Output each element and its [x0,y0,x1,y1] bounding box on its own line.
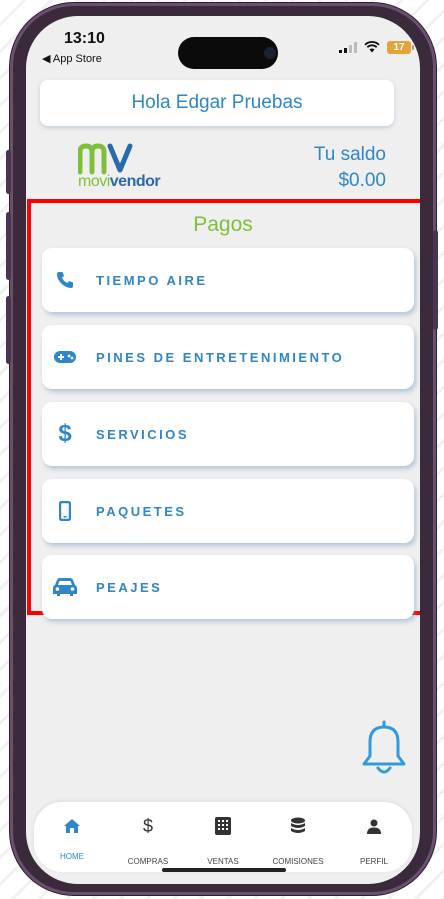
home-icon [34,816,110,836]
payment-item-label: TIEMPO AIRE [96,272,208,288]
back-label: App Store [52,53,102,65]
side-button-volume-up [6,212,11,280]
brand-prefix: movi [78,173,110,190]
nav-compras[interactable]: $ COMPRAS [110,802,186,872]
brand-name: movivendor [78,173,161,191]
nav-comisiones[interactable]: COMISIONES [260,802,336,872]
payment-item-tiempo-aire[interactable]: TIEMPO AIRE [42,248,414,312]
car-icon [52,574,78,600]
back-to-app-store[interactable]: ◀ App Store [42,52,102,65]
nav-label: VENTAS [207,857,239,866]
nav-label: COMISIONES [272,857,324,866]
dollar-icon: $ [142,815,153,836]
mobile-icon [52,498,78,524]
gamepad-icon [52,344,78,370]
greeting-card: Hola Edgar Pruebas [40,80,394,126]
wifi-icon [364,41,380,53]
user-icon [336,816,412,836]
payment-item-pines-entretenimiento[interactable]: PINES DE ENTRETENIMIENTO [42,325,414,389]
nav-label: COMPRAS [127,857,169,866]
payment-item-label: PEAJES [96,579,163,595]
nav-perfil[interactable]: PERFIL [336,802,412,872]
app-screen: 13:10 ◀ App Store 17 Hola Edgar Pruebas … [26,16,420,884]
payment-item-label: PINES DE ENTRETENIMIENTO [96,349,345,365]
side-button-power [433,230,438,330]
nav-home[interactable]: HOME [34,802,110,872]
side-button-action [6,150,11,194]
phone-icon [52,267,78,293]
greeting-text: Hola Edgar Pruebas [131,92,303,113]
status-indicators: 17 [339,39,414,55]
balance-label: Tu saldo [313,144,386,165]
payment-item-label: SERVICIOS [96,426,190,442]
balance-value: $0.00 [338,170,386,191]
bottom-navigation: HOME $ COMPRAS VENTAS COMISIONES PERFIL [34,802,412,872]
dollar-icon: $ [58,420,72,447]
payments-title: Pagos [193,213,253,236]
camera-icon [264,47,276,59]
nav-label: PERFIL [359,857,388,866]
side-button-volume-down [6,296,11,364]
dynamic-island [178,37,278,69]
payment-item-paquetes[interactable]: PAQUETES [42,479,414,543]
calculator-icon [185,816,261,836]
payment-item-label: PAQUETES [96,503,187,519]
notification-bell-icon[interactable] [358,718,410,778]
signal-icon [339,41,357,53]
status-time: 13:10 [64,30,105,47]
coins-icon [260,816,336,836]
brand-suffix: vendor [109,173,161,190]
back-triangle-icon: ◀ [42,53,53,65]
battery-icon: 17 [387,40,414,54]
nav-ventas[interactable]: VENTAS [185,802,261,872]
home-indicator [162,868,286,872]
nav-label: HOME [60,852,84,861]
payment-item-servicios[interactable]: $ SERVICIOS [42,402,414,466]
payment-item-peajes[interactable]: PEAJES [42,555,414,619]
